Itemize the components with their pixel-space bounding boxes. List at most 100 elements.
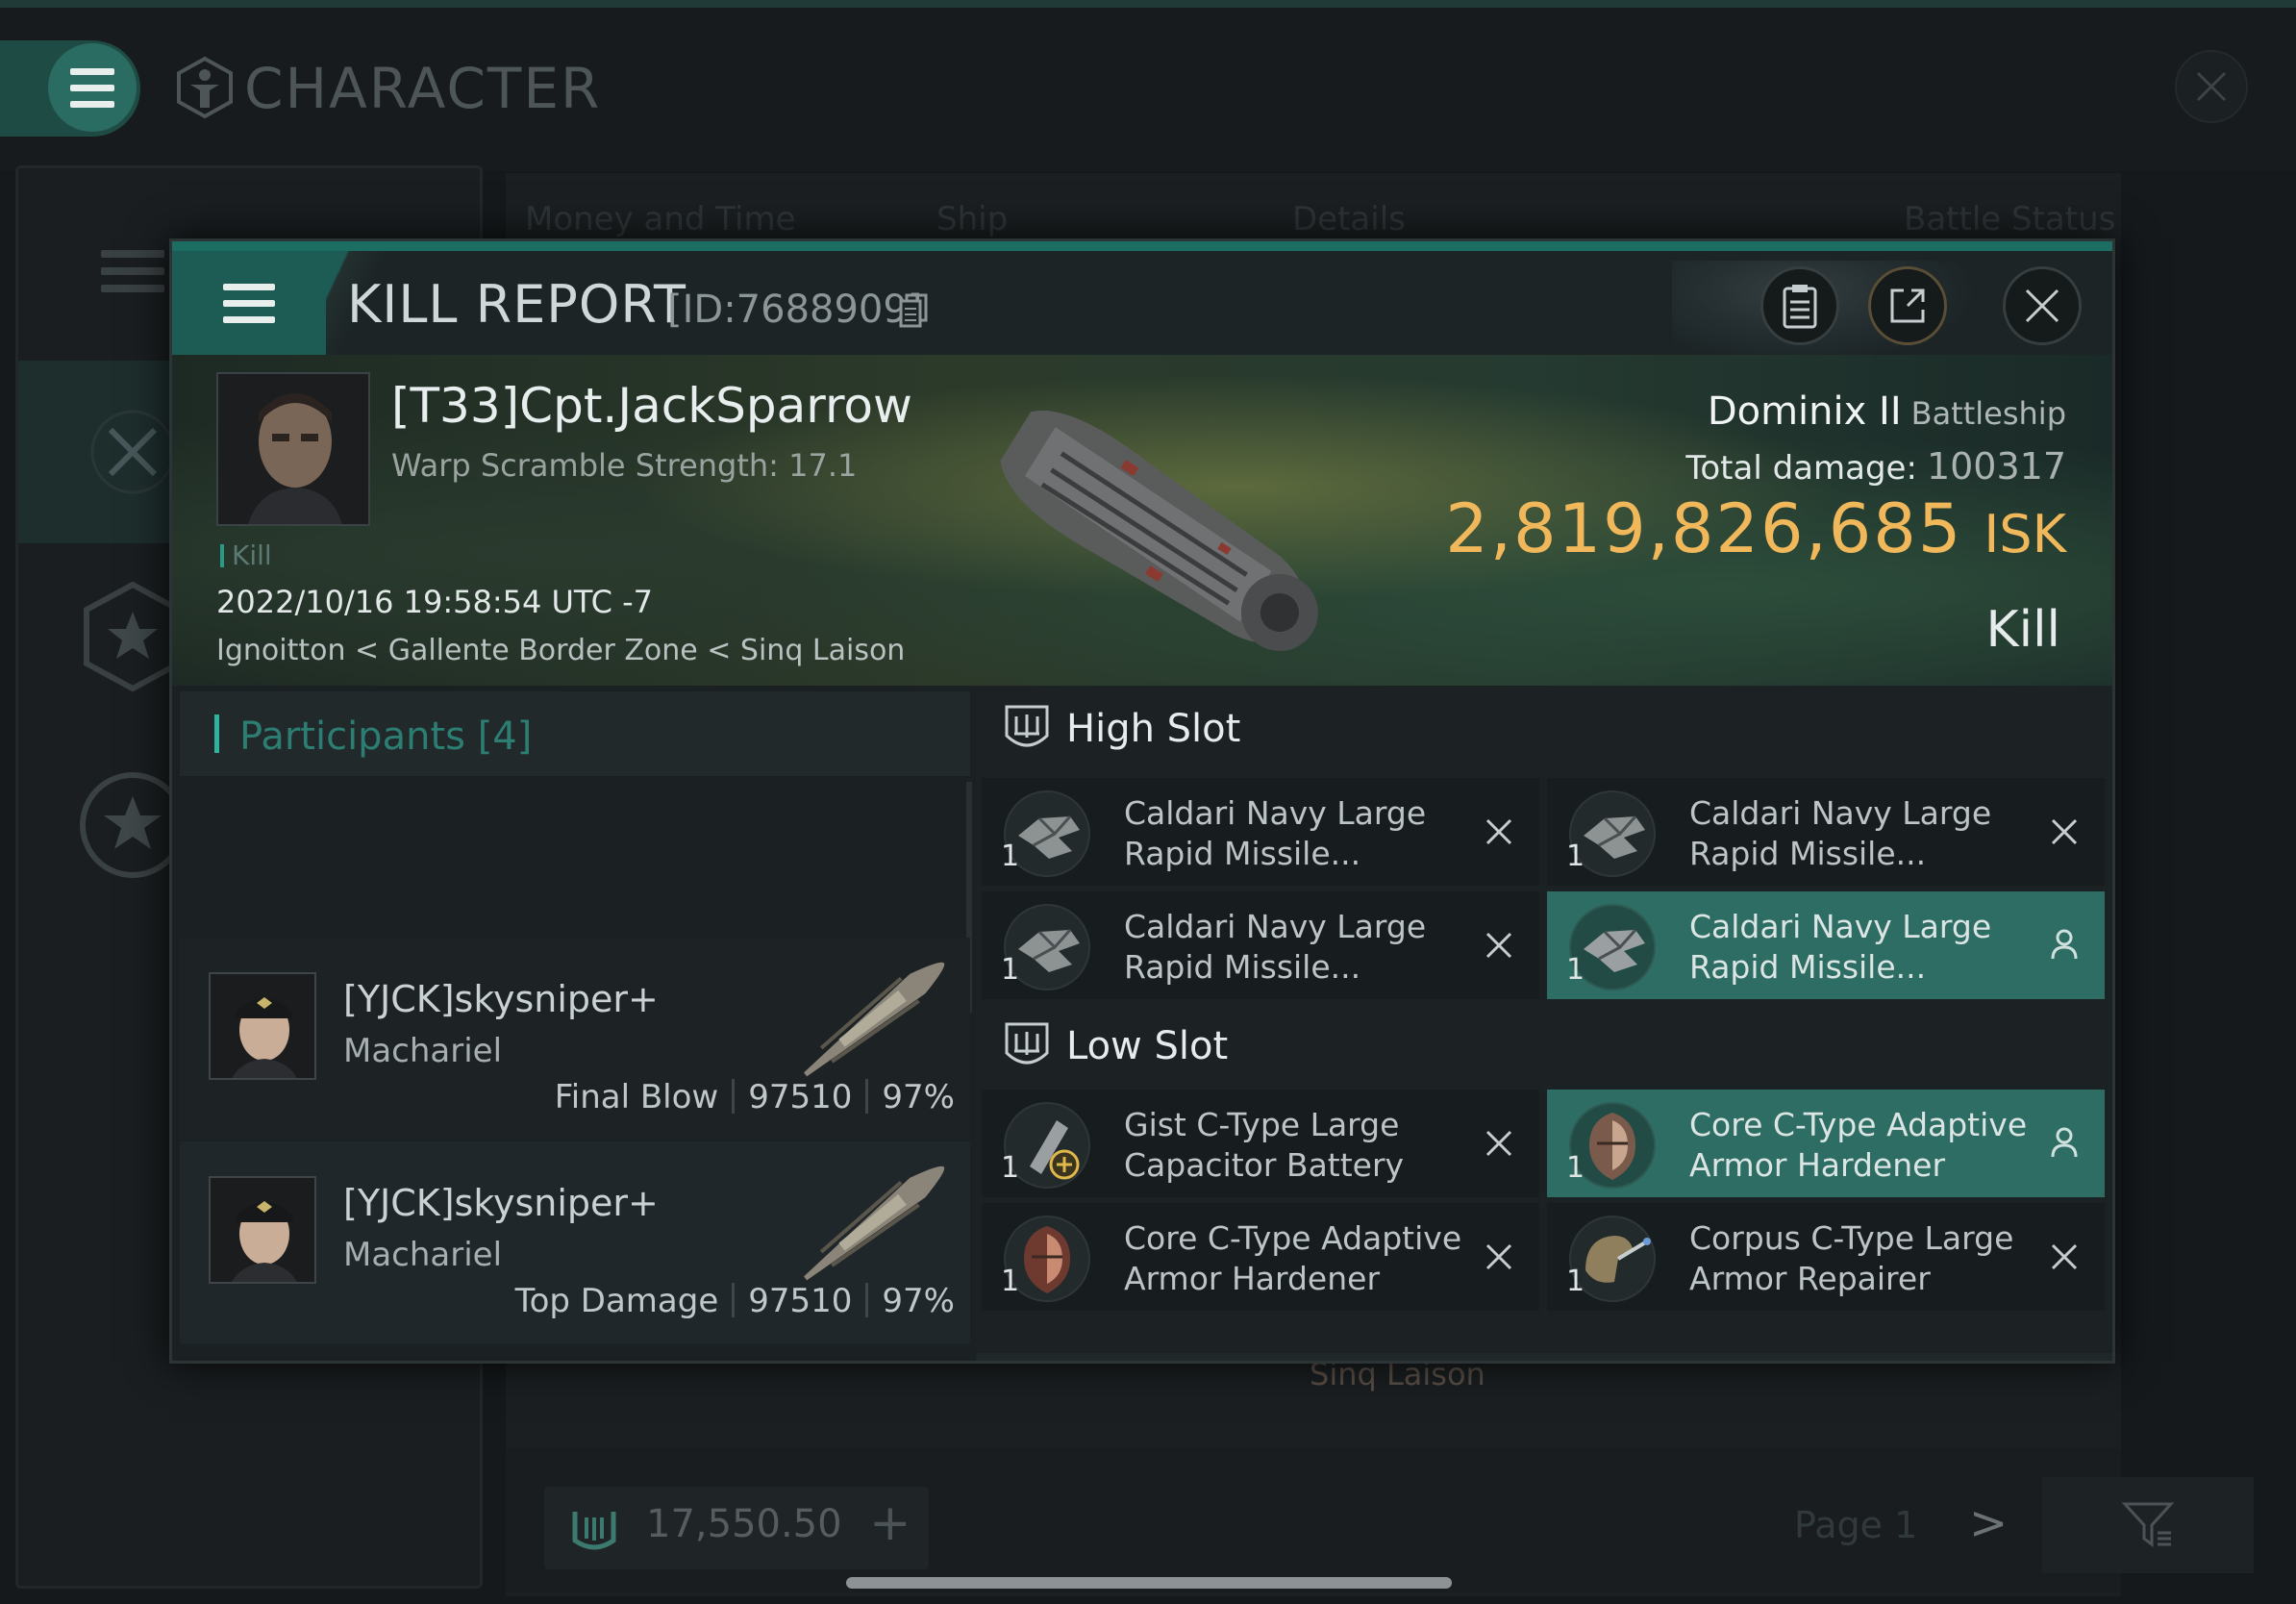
participant-percent: 97% [882,1078,955,1116]
participant-role: Top Damage [514,1282,719,1320]
modal-header: KILL REPORT [ID:7688909] [172,251,2112,364]
destroyed-x-icon [1485,932,1512,959]
kill-location[interactable]: Ignoitton < Gallente Border Zone < Sinq … [216,634,905,667]
page-indicator: Page 1 [1794,1504,1918,1546]
more-modules-fade [976,1353,2112,1361]
filter-button[interactable] [2042,1477,2254,1573]
participant-name: [YJCK]skysniper+ [343,1182,659,1224]
participant-avatar [209,972,316,1080]
participants-header[interactable]: Participants [4] [180,691,970,776]
menu-icon [223,283,275,323]
participant-ship: Machariel [343,1032,503,1070]
close-icon [2196,71,2227,102]
clipboard-button[interactable] [1760,266,1839,345]
module-quantity: 1 [1001,953,1020,987]
participant-avatar [209,1176,316,1284]
participant-percent: 97% [882,1282,955,1320]
module-quantity: 1 [1566,1151,1585,1185]
dropped-person-icon [2051,929,2078,960]
column-header-battle-status: Battle Status [1904,200,2116,238]
modal-title: KILL REPORT [347,274,686,335]
participant-row[interactable]: [YJCK]skysniper+ Machariel Top Damage 975… [180,1141,970,1343]
participant-stats: Top Damage 97510 97% [515,1282,955,1320]
share-button[interactable] [1868,266,1947,345]
modal-close-button[interactable] [2003,266,2082,345]
module-name: Caldari Navy Large Rapid Missile... [1124,794,1427,872]
participant-ship-image [804,962,945,1077]
app-close-button[interactable] [2175,50,2248,123]
module-item[interactable]: 1 Caldari Navy Large Rapid Missile... [982,891,1539,999]
result-label: Kill [1985,601,2060,659]
module-name: Core C-Type Adaptive Armor Hardener [1124,1219,1462,1297]
modal-accent-line [172,241,2112,251]
ship-class: Battleship [1910,395,2066,432]
participants-title: Participants [4] [239,714,533,759]
participant-row[interactable]: [YJCK]skysniper+ Machariel Final Blow 975… [180,938,970,1140]
top-accent-line [0,0,2296,8]
slot-icon [1005,1022,1049,1065]
module-name: Caldari Navy Large Rapid Missile... [1689,794,1992,872]
kill-datetime: 2022/10/16 19:58:54 UTC -7 [216,584,654,620]
app-menu-button[interactable] [48,43,137,132]
dropped-person-icon [2051,1127,2078,1158]
victim-portrait [216,372,370,526]
module-name: Corpus C-Type Large Armor Repairer [1689,1219,2014,1297]
victim-avatar-image [218,374,368,524]
participant-ship-image [804,1165,945,1281]
list-icon [101,250,164,292]
module-item[interactable]: 1 Core C-Type Adaptive Armor Hardener [1547,1090,2105,1197]
share-icon [1890,288,1925,323]
home-indicator[interactable] [846,1577,1452,1589]
destroyed-x-icon [2051,1243,2078,1270]
high-slot-title: High Slot [1066,707,1241,751]
module-quantity: 1 [1566,953,1585,987]
character-icon [177,56,233,119]
module-item[interactable]: 1 Gist C-Type Large Capacitor Battery [982,1090,1539,1197]
column-header-details: Details [1292,200,1406,238]
module-quantity: 1 [1001,840,1020,873]
module-item[interactable]: 1 Caldari Navy Large Rapid Missile... [982,778,1539,886]
participant-role: Final Blow [554,1078,719,1116]
isk-value-line: 2,819,826,685 ISK [1445,489,2066,568]
module-name: Gist C-Type Large Capacitor Battery [1124,1106,1405,1184]
module-quantity: 1 [1566,840,1585,873]
app-title: CHARACTER [244,56,602,121]
module-name: Caldari Navy Large Rapid Missile... [1689,908,1992,986]
kill-report-id: [ID:7688909] [667,288,923,332]
victim-ship-image [1000,410,1318,651]
module-item[interactable]: 1 Corpus C-Type Large Armor Repairer [1547,1203,2105,1311]
modal-menu-button[interactable] [172,251,326,355]
add-isk-button[interactable]: + [869,1494,911,1552]
module-name: Core C-Type Adaptive Armor Hardener [1689,1106,2028,1184]
total-damage-value: 100317 [1926,445,2066,488]
column-header-ship: Ship [936,200,1009,238]
participant-avatar-image [211,1178,314,1282]
destroyed-x-icon [1485,1243,1512,1270]
module-item[interactable]: 1 Caldari Navy Large Rapid Missile... [1547,778,2105,886]
destroyed-x-icon [2051,818,2078,845]
next-page-button[interactable]: > [1969,1496,2008,1550]
warp-scramble-strength: Warp Scramble Strength: 17.1 [391,447,858,484]
filter-icon [2121,1502,2175,1547]
module-item[interactable]: 1 Core C-Type Adaptive Armor Hardener [982,1203,1539,1311]
wallet-value: 17,550.50 [646,1502,842,1546]
module-quantity: 1 [1001,1151,1020,1185]
victim-banner: [T33]Cpt.JackSparrow Warp Scramble Stren… [172,355,2112,686]
crossed-swords-icon [90,410,175,494]
isk-value: 2,819,826,685 [1445,489,1963,568]
kill-tag: Kill [220,539,272,571]
module-item[interactable]: 1 Caldari Navy Large Rapid Missile... [1547,891,2105,999]
module-quantity: 1 [1001,1265,1020,1298]
high-slot-header: High Slot [976,686,2112,772]
ship-name[interactable]: Dominix II [1708,389,1902,434]
menu-icon [70,67,114,108]
victim-name[interactable]: [T33]Cpt.JackSparrow [391,378,912,434]
participants-count: [4] [477,714,533,759]
isk-unit: ISK [1984,504,2066,564]
participant-ship: Machariel [343,1236,503,1274]
participant-avatar-image [211,974,314,1078]
total-damage-label: Total damage: [1685,449,1917,488]
ship-name-line: Dominix II Battleship [1708,389,2066,434]
copy-icon[interactable] [899,293,928,328]
destroyed-x-icon [1485,1130,1512,1157]
